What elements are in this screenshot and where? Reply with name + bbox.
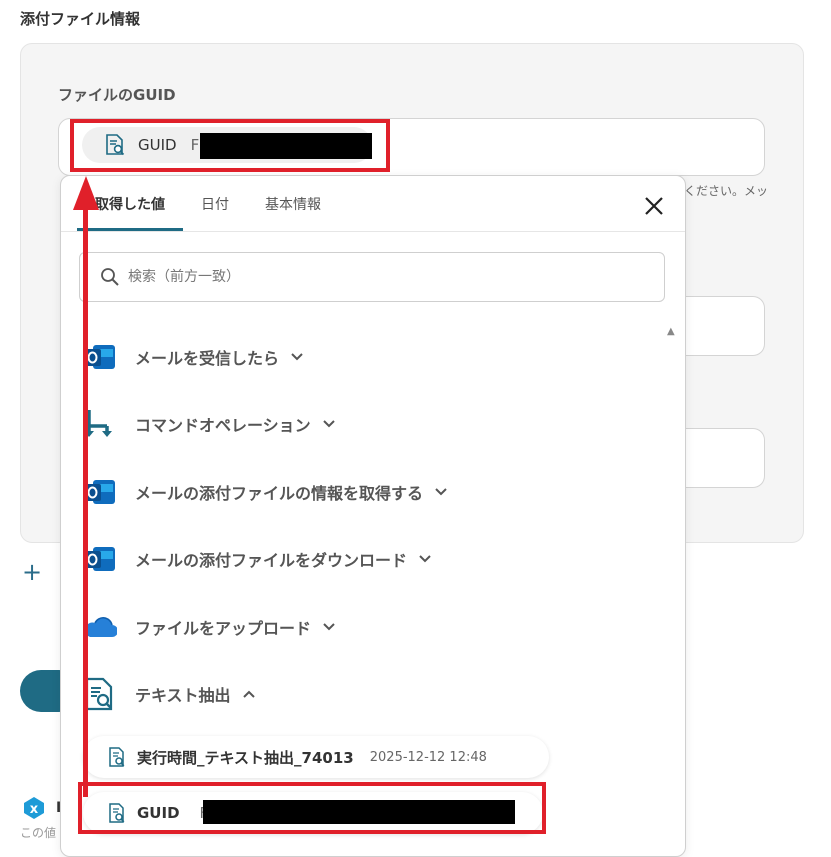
highlight-box-bottom	[78, 782, 546, 834]
chevron-down-icon	[291, 353, 303, 361]
item-label: 実行時間_テキスト抽出_74013	[137, 748, 354, 767]
item-timestamp: 2025-12-12 12:48	[369, 749, 487, 765]
section-row-text-extraction[interactable]: テキスト抽出	[81, 674, 257, 714]
value-item-execution-time[interactable]: 実行時間_テキスト抽出_74013 2025-12-12 12:48	[83, 736, 549, 778]
section-label: テキスト抽出	[135, 686, 231, 705]
plus-icon[interactable]: +	[22, 560, 42, 584]
highlight-box-top	[70, 119, 390, 172]
chevron-down-icon	[322, 420, 335, 428]
section-row-command-operation[interactable]: コマンドオペレーション	[81, 404, 337, 444]
x-badge-icon: x	[24, 797, 44, 819]
section-label: ファイルをアップロード	[135, 619, 312, 638]
arrow-line	[83, 205, 88, 797]
chevron-down-icon	[419, 555, 431, 563]
section-row-upload-file[interactable]: ファイルをアップロード	[81, 607, 337, 647]
chevron-down-icon	[323, 623, 335, 631]
section-row-get-attachment-info[interactable]: メールの添付ファイルの情報を取得する	[81, 472, 449, 512]
chevron-down-icon	[435, 488, 447, 496]
field-hint: ください。メッ	[684, 184, 769, 198]
tab-divider	[61, 231, 685, 232]
scroll-up-arrow[interactable]: ▲	[667, 326, 675, 337]
section-row-download-attachment[interactable]: メールの添付ファイルをダウンロード	[81, 539, 433, 579]
search-icon	[101, 268, 119, 286]
chevron-up-icon	[242, 690, 255, 698]
section-label: メールの添付ファイルをダウンロード	[135, 551, 408, 570]
bg-input-1[interactable]	[684, 296, 765, 356]
field-label-guid: ファイルのGUID	[58, 86, 176, 104]
section-title: 添付ファイル情報	[20, 10, 141, 28]
close-icon[interactable]	[641, 193, 667, 219]
tab-basic-info[interactable]: 基本情報	[247, 176, 339, 231]
tab-date[interactable]: 日付	[183, 176, 247, 231]
footer-note: この値	[20, 826, 57, 840]
section-label: コマンドオペレーション	[135, 416, 311, 435]
search-box[interactable]	[79, 252, 665, 302]
document-search-icon	[109, 747, 125, 767]
section-label: メールを受信したら	[135, 349, 280, 368]
search-input[interactable]	[126, 268, 650, 286]
tab-bar: 取得した値 日付 基本情報	[77, 176, 339, 231]
badge-letter: x	[30, 802, 39, 817]
value-picker-popup: 取得した値 日付 基本情報 ▲ メールを受信したら コマ	[60, 175, 686, 857]
section-row-mail-received[interactable]: メールを受信したら	[81, 337, 305, 377]
bg-input-2[interactable]	[684, 428, 765, 488]
arrow-head-icon	[73, 176, 99, 210]
section-label: メールの添付ファイルの情報を取得する	[135, 484, 424, 503]
